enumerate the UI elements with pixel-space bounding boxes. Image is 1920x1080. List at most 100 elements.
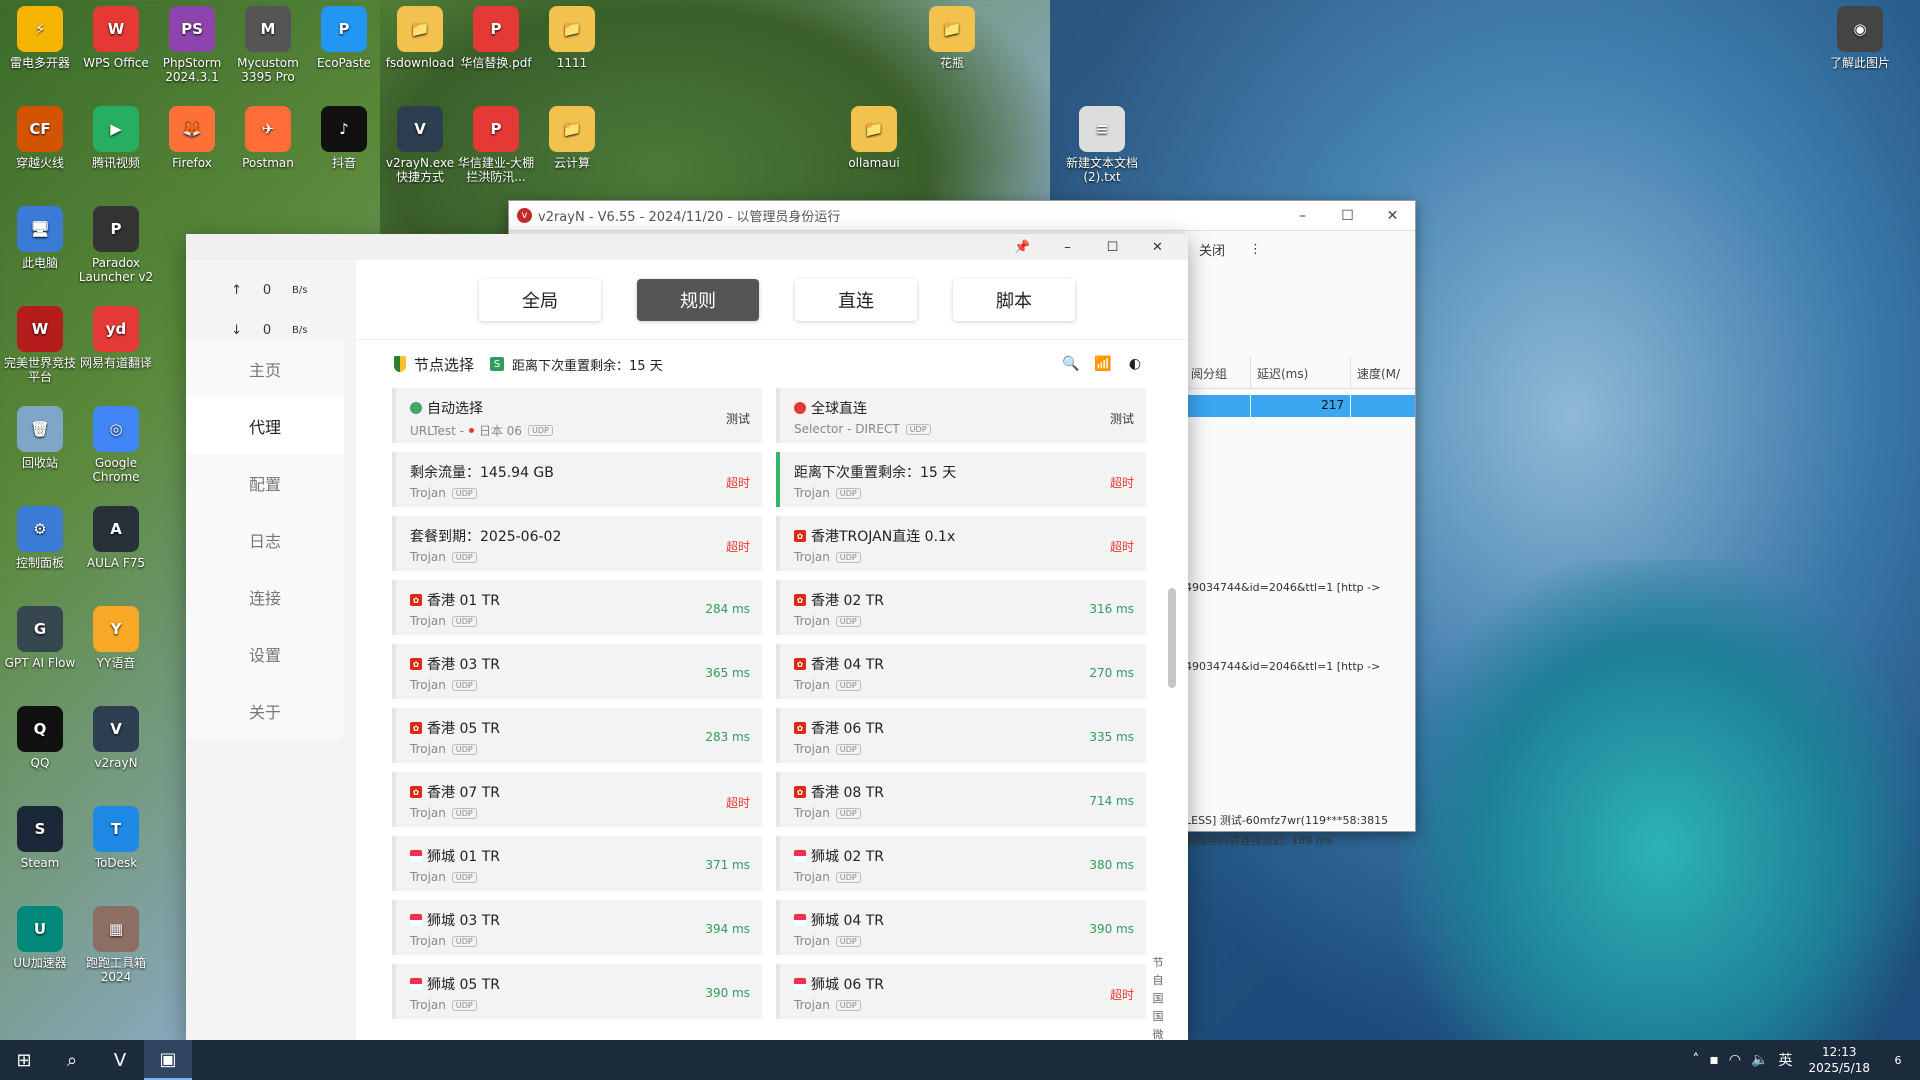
node-latency[interactable]: 测试	[726, 410, 750, 427]
minimize-icon[interactable]: –	[1280, 208, 1325, 224]
proxy-node-card[interactable]: 全球直连 Selector - DIRECT UDP 测试	[776, 388, 1146, 443]
group-index-item[interactable]: 国	[1152, 990, 1164, 1008]
v2rayn-titlebar[interactable]: v v2rayN - V6.55 - 2024/11/20 - 以管理员身份运行…	[509, 201, 1415, 231]
sidebar-item[interactable]: 日志	[186, 511, 344, 568]
desktop-icon[interactable]: Vv2rayN	[76, 706, 156, 770]
node-latency[interactable]: 714 ms	[1089, 794, 1134, 808]
node-latency[interactable]: 270 ms	[1089, 666, 1134, 680]
node-latency[interactable]: 超时	[1110, 474, 1134, 491]
sidebar-item[interactable]: 连接	[186, 568, 344, 625]
proxy-group-header[interactable]: 节点选择 S 距离下次重置剩余：15 天 🔍 📶 ◐	[356, 340, 1188, 388]
windows-start-icon[interactable]: ⊞	[0, 1040, 48, 1080]
proxy-node-card[interactable]: 狮城 04 TR Trojan UDP 390 ms	[776, 900, 1146, 955]
hide-icon[interactable]: ◐	[1126, 355, 1144, 373]
desktop-icon[interactable]: T ToDesk	[76, 806, 156, 870]
desktop-icon[interactable]: A AULA F75	[76, 506, 156, 570]
desktop-icon[interactable]: 🗑 回收站	[0, 406, 80, 470]
desktop-icon[interactable]: 📁 花瓶	[912, 6, 992, 70]
desktop-icon[interactable]: 📁 fsdownload	[380, 6, 460, 70]
desktop-icon[interactable]: 📁 云计算	[532, 106, 612, 170]
proxy-node-card[interactable]: ✿ 香港 05 TR Trojan UDP 283 ms	[392, 708, 762, 763]
proxy-panel-window[interactable]: 📌 – ☐ ✕ ↑ 0 B/s ↓ 0 B/s 主页 代理 配置 日志 连接 设置 关于 全…	[186, 234, 1188, 1077]
close-icon[interactable]: ✕	[1135, 240, 1180, 255]
desktop-icon[interactable]: S Steam	[0, 806, 80, 870]
desktop-icon[interactable]: P 华信建业-大棚拦洪防汛...	[456, 106, 536, 184]
node-latency[interactable]: 394 ms	[705, 922, 750, 936]
scrollbar[interactable]	[1168, 588, 1176, 688]
desktop-icon[interactable]: ◉ 了解此图片	[1820, 6, 1900, 70]
proxy-node-card[interactable]: ✿ 香港 01 TR Trojan UDP 284 ms	[392, 580, 762, 635]
minimize-icon[interactable]: –	[1045, 240, 1090, 255]
desktop-icon[interactable]: ◎ Google Chrome	[76, 406, 156, 484]
sidebar-item[interactable]: 代理	[186, 397, 344, 454]
desktop-icon[interactable]: 📁 1111	[532, 6, 612, 70]
node-latency[interactable]: 超时	[1110, 538, 1134, 555]
search-icon[interactable]: 🔍	[1062, 355, 1080, 373]
proxy-node-card[interactable]: ✿ 香港 06 TR Trojan UDP 335 ms	[776, 708, 1146, 763]
node-latency[interactable]: 380 ms	[1089, 858, 1134, 872]
desktop-icon[interactable]: P 华信替换.pdf	[456, 6, 536, 70]
desktop-icon[interactable]: ⚙ 控制面板	[0, 506, 80, 570]
node-latency[interactable]: 390 ms	[1089, 922, 1134, 936]
group-index-item[interactable]: 节	[1152, 954, 1164, 972]
server-grid-row-selected[interactable]: 217	[1185, 395, 1415, 417]
proxy-node-card[interactable]: 剩余流量：145.94 GB Trojan UDP 超时	[392, 452, 762, 507]
mode-button[interactable]: 直连	[795, 278, 917, 321]
desktop-icon[interactable]: ♪ 抖音	[304, 106, 384, 170]
node-latency[interactable]: 测试	[1110, 410, 1134, 427]
sidebar-item[interactable]: 配置	[186, 454, 344, 511]
proxy-node-card[interactable]: 狮城 01 TR Trojan UDP 371 ms	[392, 836, 762, 891]
node-latency[interactable]: 283 ms	[705, 730, 750, 744]
proxy-node-card[interactable]: ✿ 香港TROJAN直连 0.1x Trojan UDP 超时	[776, 516, 1146, 571]
clock[interactable]: 12:13 2025/5/18	[1808, 1044, 1870, 1076]
desktop-icon[interactable]: W WPS Office	[76, 6, 156, 70]
desktop-icon[interactable]: ✈ Postman	[228, 106, 308, 170]
desktop-icon[interactable]: U UU加速器	[0, 906, 80, 970]
node-latency[interactable]: 超时	[726, 794, 750, 811]
desktop-icon[interactable]: Vv2rayN.exe 快捷方式	[380, 106, 460, 184]
node-latency[interactable]: 371 ms	[705, 858, 750, 872]
desktop-icon[interactable]: P Paradox Launcher v2	[76, 206, 156, 284]
desktop-icon[interactable]: ▦ 跑跑工具箱 2024	[76, 906, 156, 984]
desktop-icon[interactable]: ≡ 新建文本文档 (2).txt	[1062, 106, 1142, 184]
proxy-node-card[interactable]: 套餐到期：2025-06-02 Trojan UDP 超时	[392, 516, 762, 571]
desktop-icon[interactable]: yd 网易有道翻译	[76, 306, 156, 370]
node-latency[interactable]: 390 ms	[705, 986, 750, 1000]
mode-button[interactable]: 脚本	[953, 278, 1075, 321]
proxy-node-card[interactable]: ✿ 香港 04 TR Trojan UDP 270 ms	[776, 644, 1146, 699]
desktop-icon[interactable]: M Mycustom 3395 Pro	[228, 6, 308, 84]
pin-icon[interactable]: 📌	[1000, 240, 1045, 255]
desktop-icon[interactable]: W 完美世界竞技平台	[0, 306, 80, 384]
grid-header-delay[interactable]: 延迟(ms)	[1251, 357, 1351, 388]
maximize-icon[interactable]: ☐	[1090, 240, 1135, 255]
desktop-icon[interactable]: PS PhpStorm 2024.3.1	[152, 6, 232, 84]
desktop-icon[interactable]: Y YY语音	[76, 606, 156, 670]
proxy-node-card[interactable]: 狮城 05 TR Trojan UDP 390 ms	[392, 964, 762, 1019]
proxy-node-card[interactable]: 自动选择 URLTest - 日本 06 UDP 测试	[392, 388, 762, 443]
proxy-node-card[interactable]: ✿ 香港 08 TR Trojan UDP 714 ms	[776, 772, 1146, 827]
grid-header-group[interactable]: 阅分组	[1185, 357, 1251, 388]
desktop-icon[interactable]: Q QQ	[0, 706, 80, 770]
proxy-node-card[interactable]: ✿ 香港 07 TR Trojan UDP 超时	[392, 772, 762, 827]
chevron-up-icon[interactable]: ˄	[1692, 1052, 1699, 1068]
tray-app-icon[interactable]: ▪	[1709, 1052, 1719, 1068]
volume-icon[interactable]: 🔈	[1751, 1052, 1768, 1068]
app-taskbar-icon[interactable]: ▣	[144, 1040, 192, 1080]
proxy-node-card[interactable]: 狮城 03 TR Trojan UDP 394 ms	[392, 900, 762, 955]
proxy-node-card[interactable]: 距离下次重置剩余：15 天 Trojan UDP 超时	[776, 452, 1146, 507]
desktop-icon[interactable]: 🖥 此电脑	[0, 206, 80, 270]
sidebar-item[interactable]: 关于	[186, 682, 344, 739]
search-icon[interactable]: ⌕	[48, 1040, 96, 1080]
proxy-node-card[interactable]: 狮城 06 TR Trojan UDP 超时	[776, 964, 1146, 1019]
desktop-icon[interactable]: 📁 ollamaui	[834, 106, 914, 170]
group-index-item[interactable]: 自	[1152, 972, 1164, 990]
desktop-icon[interactable]: ▶ 腾讯视频	[76, 106, 156, 170]
node-latency[interactable]: 超时	[726, 538, 750, 555]
toolbar-close-button[interactable]: 关闭	[1199, 240, 1225, 259]
desktop-icon[interactable]: CF 穿越火线	[0, 106, 80, 170]
sidebar-item[interactable]: 设置	[186, 625, 344, 682]
more-icon[interactable]: ⋮	[1249, 242, 1262, 257]
mode-button[interactable]: 全局	[479, 278, 601, 321]
node-latency[interactable]: 316 ms	[1089, 602, 1134, 616]
proxy-node-card[interactable]: ✿ 香港 03 TR Trojan UDP 365 ms	[392, 644, 762, 699]
